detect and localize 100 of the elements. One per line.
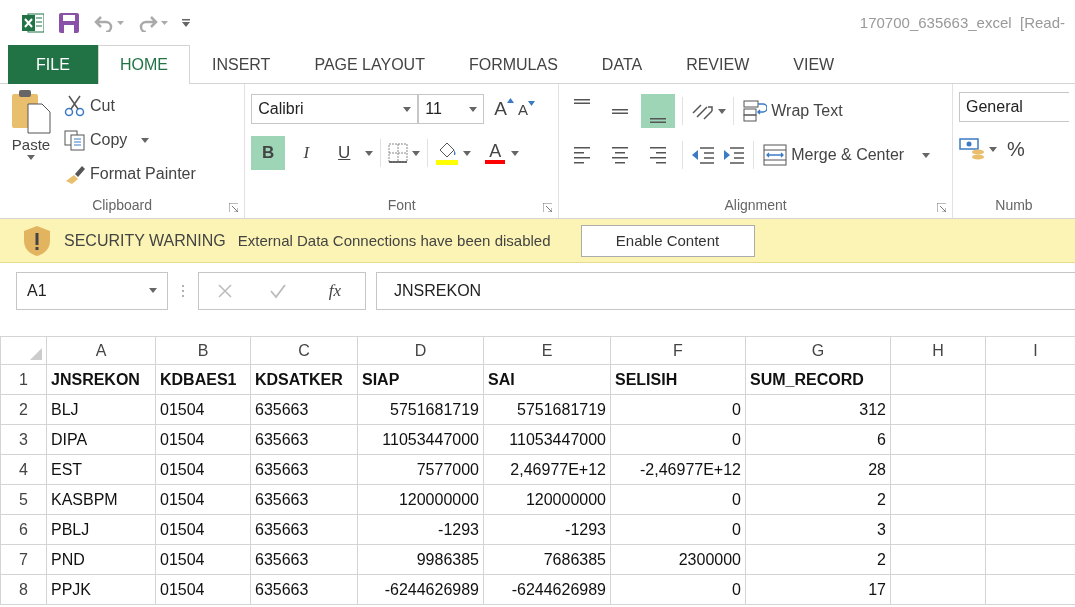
table-cell[interactable]: 312 (745, 394, 891, 425)
table-cell[interactable]: 2,46977E+12 (483, 454, 611, 485)
table-cell[interactable]: 0 (610, 424, 746, 455)
merge-center-button[interactable]: Merge & Center (761, 141, 933, 169)
table-cell[interactable]: JNSREKON (46, 364, 156, 395)
table-cell[interactable]: -2,46977E+12 (610, 454, 746, 485)
table-cell[interactable]: -1293 (483, 514, 611, 545)
table-cell[interactable]: 635663 (250, 484, 358, 515)
table-cell[interactable]: BLJ (46, 394, 156, 425)
decrease-indent-icon[interactable] (690, 145, 717, 165)
table-cell[interactable]: PPJK (46, 574, 156, 605)
ribbon-tab[interactable]: FORMULAS (446, 45, 580, 84)
table-cell[interactable]: SELISIH (610, 364, 746, 395)
row-header[interactable]: 2 (0, 394, 47, 425)
font-name-dropdown[interactable]: Calibri (251, 94, 419, 124)
table-cell[interactable]: PBLJ (46, 514, 156, 545)
row-header[interactable]: 8 (0, 574, 47, 605)
table-cell[interactable]: SAI (483, 364, 611, 395)
dialog-launcher-icon[interactable] (543, 203, 553, 212)
accounting-format-icon[interactable] (959, 137, 985, 161)
caret-icon[interactable] (511, 150, 520, 156)
caret-icon[interactable] (412, 150, 421, 156)
table-cell[interactable]: 7686385 (483, 544, 611, 575)
column-header[interactable]: F (610, 336, 746, 365)
caret-icon[interactable] (365, 150, 374, 156)
save-icon[interactable] (58, 11, 80, 34)
fill-color-icon[interactable] (435, 141, 460, 165)
table-cell[interactable]: 0 (610, 394, 746, 425)
table-cell[interactable]: 2 (745, 544, 891, 575)
column-header[interactable]: E (483, 336, 611, 365)
table-cell[interactable]: 6 (745, 424, 891, 455)
ribbon-tab[interactable]: INSERT (190, 45, 293, 84)
borders-icon[interactable] (388, 143, 409, 163)
table-cell[interactable]: KASBPM (46, 484, 156, 515)
copy-button[interactable]: Copy (62, 126, 198, 154)
table-cell[interactable]: 11053447000 (357, 424, 484, 455)
column-header[interactable]: B (155, 336, 251, 365)
table-cell[interactable]: 5751681719 (483, 394, 611, 425)
customize-icon[interactable] (182, 18, 190, 27)
grow-font-button[interactable]: A (492, 98, 516, 120)
table-cell[interactable]: 635663 (250, 574, 358, 605)
table-cell[interactable]: 17 (745, 574, 891, 605)
table-cell[interactable]: 0 (610, 574, 746, 605)
column-header[interactable]: D (357, 336, 484, 365)
table-cell[interactable]: 01504 (155, 574, 251, 605)
table-cell[interactable]: 635663 (250, 424, 358, 455)
table-cell[interactable]: 635663 (250, 454, 358, 485)
ribbon-tab[interactable]: PAGE LAYOUT (292, 45, 447, 84)
table-cell[interactable]: 0 (610, 484, 746, 515)
table-cell[interactable]: 0 (610, 514, 746, 545)
caret-icon[interactable] (403, 106, 412, 112)
shrink-font-button[interactable]: A (515, 100, 537, 118)
format-painter-button[interactable]: Format Painter (62, 160, 198, 188)
align-bottom-button[interactable] (641, 94, 676, 128)
column-header[interactable]: H (890, 336, 986, 365)
row-header[interactable]: 6 (0, 514, 47, 545)
table-cell[interactable]: 2300000 (610, 544, 746, 575)
table-cell[interactable]: 01504 (155, 424, 251, 455)
table-cell[interactable]: -6244626989 (357, 574, 484, 605)
column-header[interactable]: A (46, 336, 156, 365)
row-header[interactable]: 4 (0, 454, 47, 485)
table-cell[interactable]: 01504 (155, 544, 251, 575)
table-cell[interactable]: 11053447000 (483, 424, 611, 455)
table-cell[interactable]: 2 (745, 484, 891, 515)
enable-content-button[interactable]: Enable Content (580, 224, 755, 257)
name-box[interactable]: A1 (16, 271, 168, 310)
table-cell[interactable]: 635663 (250, 544, 358, 575)
number-format-dropdown[interactable]: General (959, 92, 1069, 122)
table-cell[interactable]: 01504 (155, 394, 251, 425)
bold-button[interactable]: B (251, 136, 286, 170)
font-color-button[interactable]: A (483, 142, 508, 164)
caret-icon[interactable] (149, 288, 157, 293)
table-cell[interactable]: 120000000 (483, 484, 611, 515)
row-header[interactable]: 7 (0, 544, 47, 575)
table-cell[interactable]: 635663 (250, 394, 358, 425)
table-cell[interactable]: EST (46, 454, 156, 485)
caret-icon[interactable] (989, 146, 997, 152)
table-cell[interactable]: KDBAES1 (155, 364, 251, 395)
table-cell[interactable]: SIAP (357, 364, 484, 395)
table-cell[interactable]: 120000000 (357, 484, 484, 515)
font-size-dropdown[interactable]: 11 (418, 94, 485, 124)
column-header[interactable]: I (985, 336, 1075, 365)
dialog-launcher-icon[interactable] (229, 203, 239, 212)
row-header[interactable]: 3 (0, 424, 47, 455)
table-cell[interactable]: KDSATKER (250, 364, 358, 395)
formula-input[interactable]: JNSREKON (376, 271, 1075, 310)
dialog-launcher-icon[interactable] (937, 203, 946, 212)
underline-button[interactable]: U (327, 136, 362, 170)
wrap-text-button[interactable]: Wrap Text (741, 97, 845, 125)
ribbon-tab[interactable]: HOME (98, 45, 190, 84)
table-cell[interactable]: 01504 (155, 454, 251, 485)
cut-button[interactable]: Cut (62, 92, 198, 120)
table-cell[interactable]: 01504 (155, 514, 251, 545)
table-cell[interactable]: 9986385 (357, 544, 484, 575)
table-cell[interactable]: PND (46, 544, 156, 575)
row-header[interactable]: 1 (0, 364, 47, 395)
caret-icon[interactable] (469, 106, 478, 112)
table-cell[interactable]: -1293 (357, 514, 484, 545)
table-cell[interactable]: 3 (745, 514, 891, 545)
check-icon[interactable] (268, 282, 287, 299)
